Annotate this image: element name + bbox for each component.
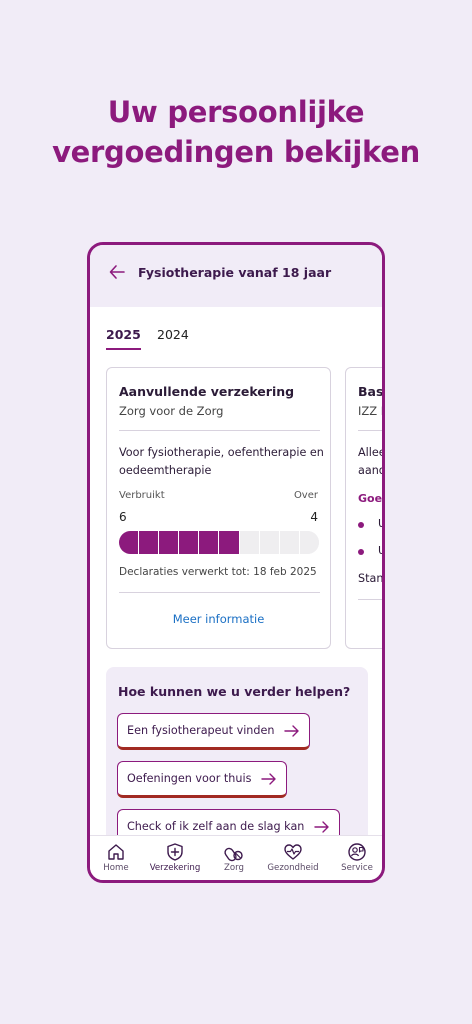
- nav-label: Zorg: [224, 863, 244, 873]
- nav-item-gezondheid[interactable]: Gezondheid: [264, 842, 322, 873]
- nav-item-verzekering[interactable]: Verzekering: [146, 842, 204, 873]
- shield-plus-icon: [167, 843, 183, 861]
- arrow-right-icon: [314, 820, 330, 833]
- arrow-right-icon: [284, 724, 300, 737]
- top-bar: Fysiotherapie vanaf 18 jaar: [90, 245, 382, 307]
- nav-label: Gezondheid: [267, 863, 319, 873]
- headline: Uw persoonlijke vergoedingen bekijken: [0, 92, 472, 172]
- coverage-card-aanvullend: Aanvullende verzekering Zorg voor de Zor…: [106, 367, 331, 649]
- nav-item-service[interactable]: Service: [328, 842, 382, 873]
- chat-person-icon: [348, 843, 366, 861]
- divider: [119, 592, 320, 593]
- card-link[interactable]: Goed: [358, 492, 382, 505]
- tab-year-2024[interactable]: 2024: [157, 327, 189, 348]
- claims-processed-text: Declaraties verwerkt tot: 18 feb 2025: [119, 566, 317, 578]
- bullet-text: U: [378, 544, 382, 557]
- arrow-right-icon: [261, 772, 277, 785]
- progress-segment-used: [199, 531, 220, 554]
- progress-segment-used: [179, 531, 200, 554]
- card-text-line: aand: [358, 464, 385, 477]
- progress-segment-remaining: [239, 531, 260, 554]
- progress-segment-used: [119, 531, 140, 554]
- progress-segment-used: [139, 531, 160, 554]
- button-label: Oefeningen voor thuis: [127, 772, 252, 785]
- home-icon: [108, 844, 124, 860]
- card-subtitle: Zorg voor de Zorg: [119, 404, 224, 418]
- help-title: Hoe kunnen we u verder helpen?: [118, 684, 351, 699]
- progress-segment-used: [159, 531, 180, 554]
- headline-line-1: Uw persoonlijke: [107, 95, 365, 129]
- bottom-navigation: Home Verzekering Zorg Gezondheid Service: [90, 835, 382, 880]
- divider: [119, 430, 320, 431]
- nav-label: Verzekering: [149, 863, 201, 873]
- heart-pulse-icon: [284, 844, 302, 860]
- more-info-link[interactable]: Meer informatie: [107, 612, 330, 626]
- nav-label: Home: [103, 863, 129, 873]
- page-title: Fysiotherapie vanaf 18 jaar: [138, 265, 332, 280]
- back-arrow-icon[interactable]: [108, 263, 126, 281]
- remaining-label: Over: [293, 490, 318, 501]
- bullet-dot: [358, 549, 364, 555]
- card-footer-text: Stand: [358, 572, 384, 585]
- usage-progress-bar: [119, 531, 319, 554]
- progress-segment-remaining: [259, 531, 280, 554]
- pills-icon: [224, 847, 243, 862]
- button-label: Check of ik zelf aan de slag kan: [127, 820, 305, 833]
- divider: [358, 430, 382, 431]
- button-label: Een fysiotherapeut vinden: [127, 724, 275, 737]
- active-indicator: [150, 880, 200, 882]
- nav-item-zorg[interactable]: Zorg: [205, 842, 263, 873]
- card-description: Voor fysiotherapie, oefentherapie en oed…: [119, 446, 324, 477]
- nav-label: Service: [341, 863, 373, 873]
- headline-line-2: vergoedingen bekijken: [52, 135, 420, 169]
- bullet-text: U: [378, 517, 382, 530]
- card-title: Basi: [358, 384, 385, 399]
- card-title: Aanvullende verzekering: [119, 384, 295, 399]
- coverage-card-basis: Basi IZZ B Allee aand Goed U U Stand: [345, 367, 385, 649]
- progress-segment-used: [219, 531, 240, 554]
- used-label: Verbruikt: [119, 490, 165, 501]
- remaining-value: 4: [310, 510, 318, 524]
- find-physio-button[interactable]: Een fysiotherapeut vinden: [117, 713, 311, 750]
- divider: [358, 599, 382, 600]
- progress-segment-remaining: [299, 531, 319, 554]
- card-text-line: Allee: [358, 446, 385, 459]
- used-value: 6: [119, 510, 127, 524]
- bullet-dot: [358, 522, 364, 528]
- tab-year-2025[interactable]: 2025: [106, 327, 141, 350]
- phone-frame: Fysiotherapie vanaf 18 jaar 2025 2024 Aa…: [87, 242, 385, 883]
- card-subtitle: IZZ B: [358, 404, 382, 418]
- nav-item-home[interactable]: Home: [90, 842, 145, 873]
- home-exercises-button[interactable]: Oefeningen voor thuis: [117, 761, 288, 798]
- progress-segment-remaining: [279, 531, 300, 554]
